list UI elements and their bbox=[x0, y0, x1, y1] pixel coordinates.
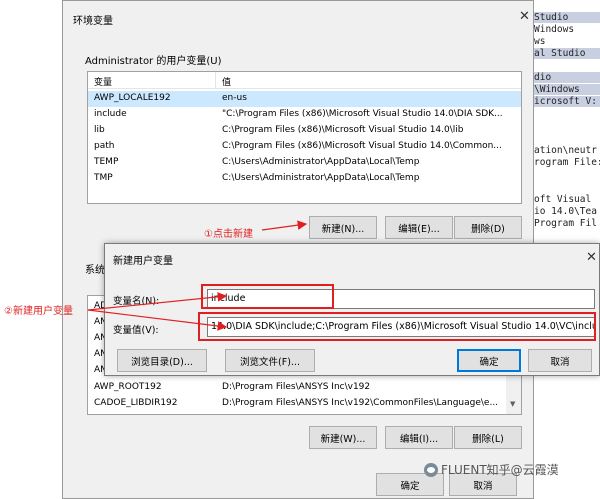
watermark-text: FLUENT知乎@云霞漠 bbox=[441, 463, 559, 477]
arrow-to-new-button bbox=[261, 220, 308, 231]
arrow-to-name-field bbox=[87, 292, 228, 311]
wechat-icon bbox=[424, 462, 438, 477]
arrow-to-value-field bbox=[87, 309, 228, 331]
annotation-click-new: ①点击新建 bbox=[204, 229, 253, 240]
annotation-arrows bbox=[87, 220, 308, 331]
watermark: FLUENT知乎@云霞漠 bbox=[424, 461, 559, 478]
annotation-new-user-variable: ②新建用户变量 bbox=[4, 306, 73, 317]
